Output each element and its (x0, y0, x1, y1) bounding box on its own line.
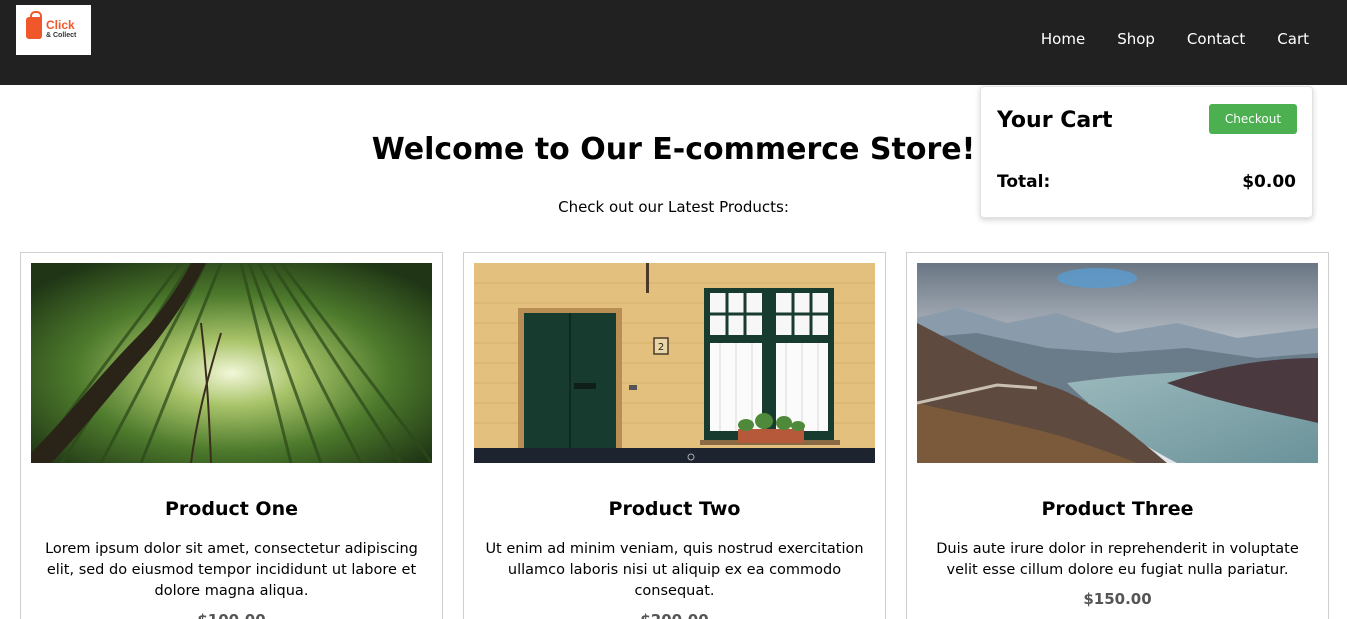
shopping-bag-icon (26, 11, 42, 39)
svg-text:2: 2 (658, 342, 664, 353)
product-name: Product Three (1041, 498, 1194, 520)
logo-text-secondary: & Collect (46, 32, 77, 39)
product-name: Product One (165, 498, 298, 520)
product-image-mountain-lake (917, 263, 1318, 463)
cart-total-label: Total: (997, 172, 1051, 192)
main-nav: Home Shop Contact Cart (1009, 29, 1309, 49)
product-image-yellow-house: 2 (474, 263, 875, 463)
product-card: Product One Lorem ipsum dolor sit amet, … (20, 252, 443, 619)
product-image-bamboo-forest (31, 263, 432, 463)
nav-link-home[interactable]: Home (1041, 29, 1085, 49)
product-description: Ut enim ad minim veniam, quis nostrud ex… (485, 541, 864, 599)
logo[interactable]: Click & Collect (16, 5, 91, 55)
product-card: Product Three Duis aute irure dolor in r… (906, 252, 1329, 619)
product-name: Product Two (608, 498, 741, 520)
nav-link-contact[interactable]: Contact (1187, 29, 1245, 49)
cart-total-value: $0.00 (1242, 172, 1296, 192)
product-description: Lorem ipsum dolor sit amet, consectetur … (45, 541, 418, 599)
cart-panel: Your Cart Checkout Total: $0.00 (980, 86, 1313, 218)
navbar: Click & Collect Home Shop Contact Cart (0, 0, 1347, 85)
logo-text-primary: Click (46, 18, 75, 32)
cart-title: Your Cart (997, 108, 1113, 133)
nav-link-shop[interactable]: Shop (1117, 29, 1155, 49)
product-description: Duis aute irure dolor in reprehenderit i… (936, 541, 1299, 578)
product-price: $100.00 (21, 610, 442, 619)
product-price: $200.00 (464, 610, 885, 619)
checkout-button[interactable]: Checkout (1209, 104, 1297, 134)
nav-link-cart[interactable]: Cart (1277, 29, 1309, 49)
product-price: $150.00 (1083, 590, 1152, 608)
product-card: 2 Product Two Ut enim ad minim veniam, q… (463, 252, 886, 619)
